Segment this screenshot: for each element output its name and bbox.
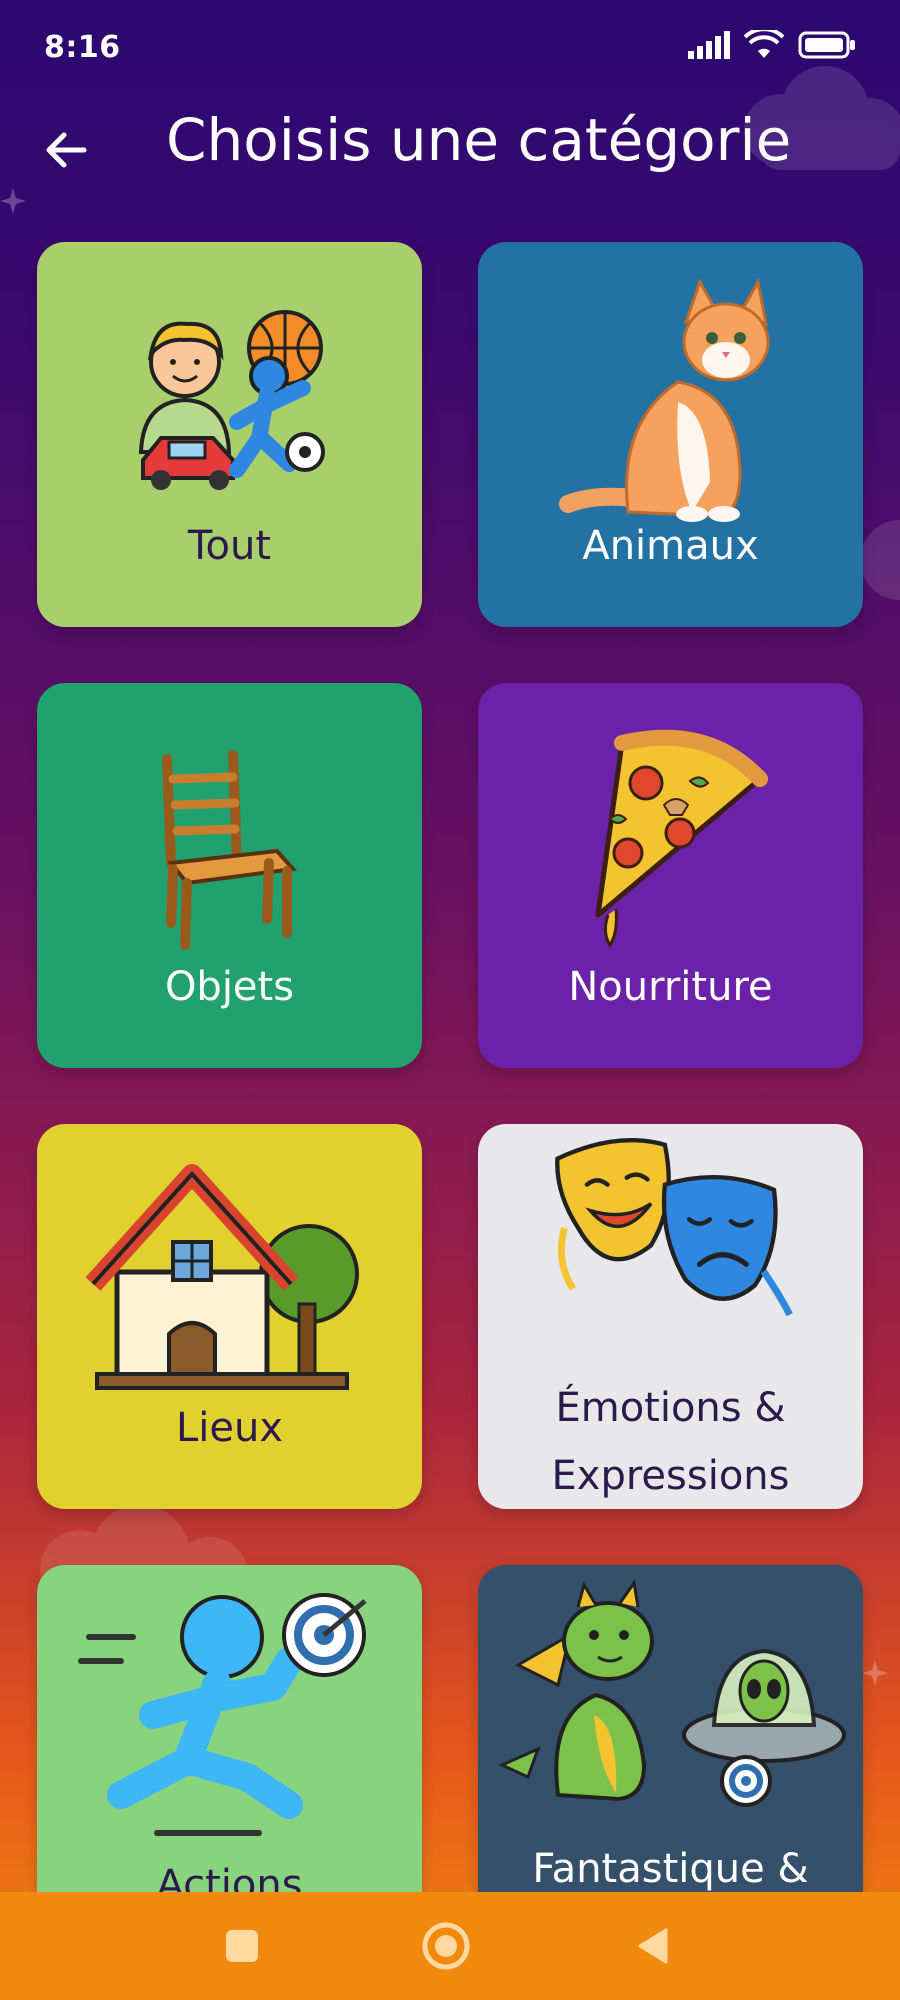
- home-circle-icon: [422, 1922, 470, 1970]
- back-button[interactable]: [36, 120, 96, 180]
- category-card-animaux[interactable]: Animaux: [478, 242, 863, 627]
- cloud-decoration: [860, 520, 900, 600]
- page-title: Choisis une catégorie: [166, 106, 792, 174]
- dragon-alien-icon: [498, 1579, 846, 1807]
- category-label: Tout: [187, 523, 272, 569]
- chair-icon: [162, 750, 297, 950]
- status-time: 8:16: [44, 30, 121, 65]
- category-label-line2: Expressions: [551, 1453, 790, 1499]
- category-label: Nourriture: [568, 964, 773, 1010]
- arrow-left-icon: [46, 132, 87, 168]
- square-icon: [226, 1930, 258, 1962]
- back-nav-button[interactable]: [620, 1914, 684, 1978]
- category-card-tout[interactable]: Tout: [37, 242, 422, 627]
- category-card-emotions-expressions[interactable]: Émotions & Expressions: [478, 1124, 863, 1509]
- category-label: Lieux: [175, 1405, 284, 1451]
- back-triangle-icon: [638, 1928, 668, 1964]
- recents-button[interactable]: [210, 1914, 274, 1978]
- kids-playing-icon: [138, 310, 325, 490]
- theater-masks-icon: [555, 1138, 793, 1317]
- status-icons: [688, 30, 856, 60]
- house-icon: [85, 1164, 359, 1390]
- category-label: Animaux: [582, 523, 759, 569]
- running-person-icon: [78, 1593, 367, 1836]
- cat-icon: [559, 277, 770, 522]
- sparkle-decoration: [862, 1660, 888, 1686]
- status-bar: 8:16: [0, 0, 900, 96]
- category-label: Objets: [164, 964, 295, 1010]
- pizza-icon: [595, 729, 768, 948]
- battery-icon: [798, 31, 855, 59]
- system-nav-bar: [0, 1892, 900, 2000]
- category-card-nourriture[interactable]: Nourriture: [478, 683, 863, 1068]
- category-label-line1: Émotions &: [555, 1385, 786, 1431]
- category-card-objets[interactable]: Objets: [37, 683, 422, 1068]
- signal-icon: [688, 31, 730, 59]
- category-card-lieux[interactable]: Lieux: [37, 1124, 422, 1509]
- header: Choisis une catégorie: [0, 100, 900, 200]
- home-button[interactable]: [414, 1914, 478, 1978]
- wifi-icon: [744, 30, 784, 58]
